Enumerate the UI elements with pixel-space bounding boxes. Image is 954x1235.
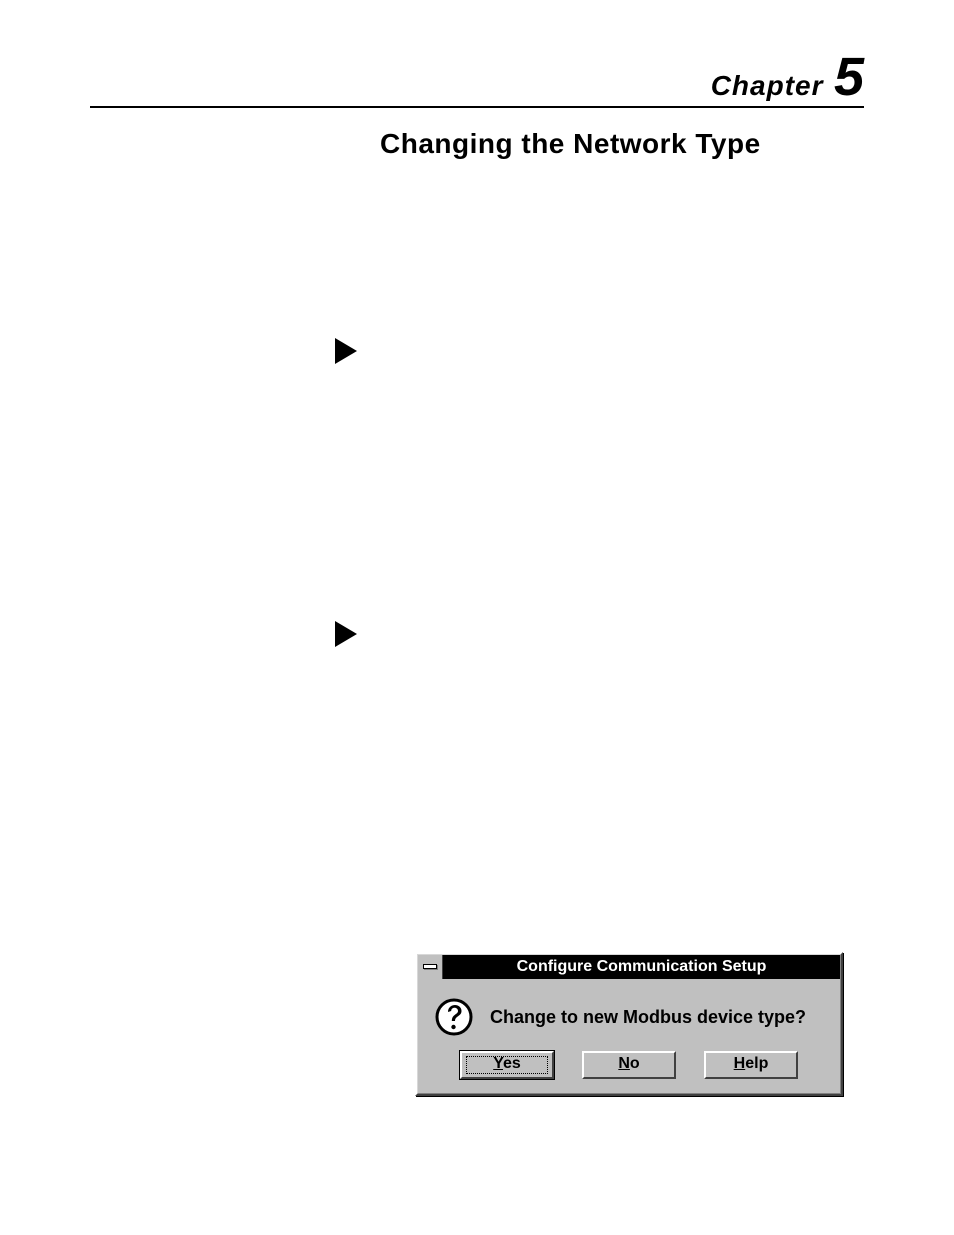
chapter-number: 5 [834, 47, 864, 107]
dialog-button-row: Yes No Help [418, 1047, 840, 1093]
triangle-bullet-icon [335, 338, 357, 364]
page-title: Changing the Network Type [380, 128, 864, 160]
help-hotkey: H [734, 1055, 746, 1072]
dialog-body: Change to new Modbus device type? [418, 979, 840, 1047]
yes-button[interactable]: Yes [460, 1051, 554, 1079]
no-hotkey: N [618, 1055, 630, 1072]
header-rule [90, 106, 864, 108]
question-icon [434, 997, 474, 1037]
dialog-message: Change to new Modbus device type? [490, 1007, 806, 1028]
system-menu-icon[interactable] [418, 955, 443, 979]
yes-hotkey: Y [493, 1055, 503, 1072]
yes-label-rest: es [503, 1055, 521, 1072]
no-label-rest: o [630, 1055, 640, 1072]
dialog-titlebar: Configure Communication Setup [418, 955, 840, 979]
page: Chapter 5 Changing the Network Type Conf… [0, 0, 954, 1235]
chapter-label: Chapter 5 [711, 50, 864, 104]
dialog-title: Configure Communication Setup [443, 955, 840, 979]
chapter-word: Chapter [711, 70, 824, 101]
triangle-bullet-icon [335, 621, 357, 647]
no-button[interactable]: No [582, 1051, 676, 1079]
confirm-dialog: Configure Communication Setup Change to … [415, 952, 843, 1096]
help-label-rest: elp [745, 1055, 768, 1072]
help-button[interactable]: Help [704, 1051, 798, 1079]
